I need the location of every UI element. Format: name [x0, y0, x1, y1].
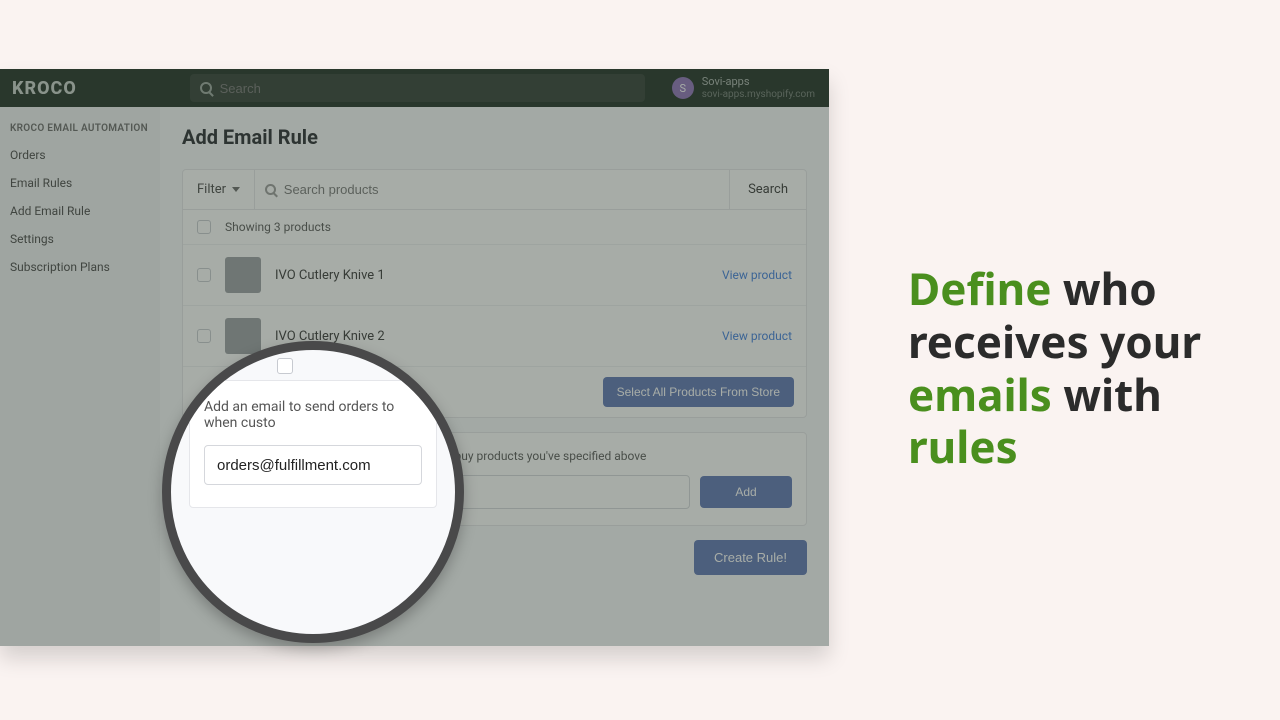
- product-name: IVO Cutlery Knive 2: [275, 329, 708, 344]
- logo: KROCO: [12, 78, 77, 99]
- headline-word-define: Define: [908, 258, 1051, 318]
- zoom-lens: Add an email to send orders to when cust…: [162, 341, 464, 643]
- sidebar: KROCO EMAIL AUTOMATION Orders Email Rule…: [0, 107, 160, 646]
- product-search-input[interactable]: [284, 182, 719, 197]
- marketing-headline: Define who receives your emails with rul…: [908, 262, 1248, 473]
- showing-text: Showing 3 products: [225, 220, 331, 234]
- headline-word-emails: emails: [908, 364, 1052, 424]
- create-rule-button[interactable]: Create Rule!: [694, 540, 807, 575]
- lens-email-input[interactable]: [204, 445, 422, 485]
- search-icon: [200, 82, 212, 94]
- user-name: Sovi-apps: [702, 75, 815, 88]
- filter-button[interactable]: Filter: [183, 170, 255, 209]
- sidebar-item-orders[interactable]: Orders: [10, 144, 150, 166]
- select-all-checkbox[interactable]: [197, 220, 211, 234]
- user-domain: sovi-apps.myshopify.com: [702, 89, 815, 101]
- user-menu[interactable]: S Sovi-apps sovi-apps.myshopify.com: [672, 75, 815, 100]
- showing-row: Showing 3 products: [183, 210, 806, 245]
- product-checkbox[interactable]: [197, 268, 211, 282]
- product-search: [255, 170, 729, 209]
- sidebar-heading: KROCO EMAIL AUTOMATION: [10, 123, 150, 134]
- headline-word-rules: rules: [908, 416, 1018, 476]
- product-row: IVO Cutlery Knive 1 View product: [183, 245, 806, 306]
- product-name: IVO Cutlery Knive 1: [275, 268, 708, 283]
- product-thumbnail: [225, 257, 261, 293]
- sidebar-item-settings[interactable]: Settings: [10, 228, 150, 250]
- global-search-input[interactable]: [220, 81, 635, 96]
- avatar: S: [672, 77, 694, 99]
- headline-text-2: with: [1052, 364, 1162, 424]
- user-text: Sovi-apps sovi-apps.myshopify.com: [702, 75, 815, 100]
- lens-email-panel: Add an email to send orders to when cust…: [189, 380, 437, 508]
- product-thumbnail: [225, 318, 261, 354]
- search-icon: [265, 184, 276, 195]
- topbar: KROCO S Sovi-apps sovi-apps.myshopify.co…: [0, 69, 829, 107]
- sidebar-item-subscription-plans[interactable]: Subscription Plans: [10, 256, 150, 278]
- select-all-button[interactable]: Select All Products From Store: [603, 377, 794, 407]
- sidebar-item-add-email-rule[interactable]: Add Email Rule: [10, 200, 150, 222]
- add-button[interactable]: Add: [700, 476, 792, 508]
- sidebar-item-email-rules[interactable]: Email Rules: [10, 172, 150, 194]
- lens-email-description: Add an email to send orders to when cust…: [204, 399, 422, 431]
- filter-row: Filter Search: [183, 170, 806, 210]
- view-product-link[interactable]: View product: [722, 329, 792, 343]
- chevron-down-icon: [232, 187, 240, 192]
- lens-checkbox: [277, 358, 293, 374]
- global-search[interactable]: [190, 74, 645, 102]
- view-product-link[interactable]: View product: [722, 268, 792, 282]
- filter-label: Filter: [197, 182, 226, 197]
- search-button[interactable]: Search: [729, 170, 806, 209]
- product-checkbox[interactable]: [197, 329, 211, 343]
- page-title: Add Email Rule: [182, 125, 807, 149]
